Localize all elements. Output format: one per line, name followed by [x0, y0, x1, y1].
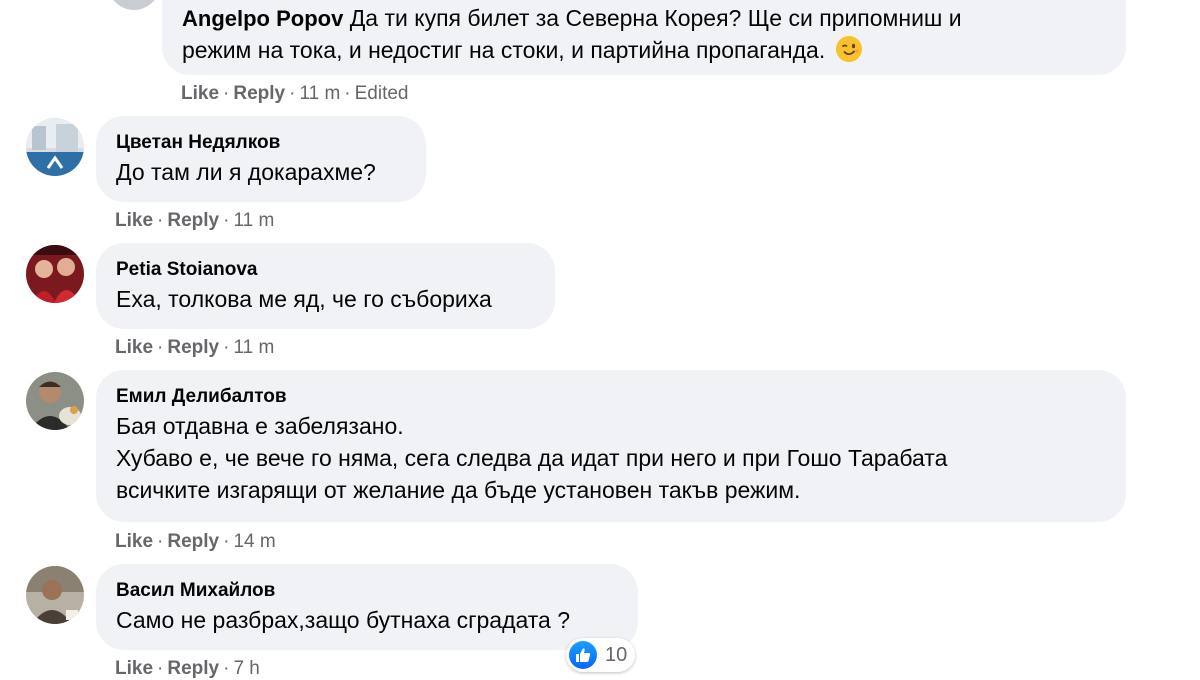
timestamp[interactable]: 14 m [233, 531, 275, 552]
comment-text: Хубаво е, че вече го няма, сега следва д… [116, 445, 948, 471]
comment-author[interactable]: Цветан Недялков [116, 130, 406, 156]
like-link[interactable]: Like [115, 210, 153, 231]
comment-author[interactable]: Васил Михайлов [116, 578, 618, 604]
comment-bubble: Емил Делибалтов Бая отдавна е забелязано… [96, 370, 1126, 522]
timestamp[interactable]: 11 m [233, 337, 274, 358]
avatar-image [26, 245, 84, 303]
avatar-image [26, 372, 84, 430]
comment-bubble: Цветан Недялков До там ли я докарахме? [96, 116, 426, 202]
timestamp[interactable]: 11 m [233, 210, 274, 231]
avatar[interactable] [26, 566, 84, 624]
timestamp[interactable]: 11 m [299, 83, 340, 104]
reply-link[interactable]: Reply [233, 83, 285, 104]
comment-author[interactable]: Емил Делибалтов [116, 384, 1106, 410]
comment-author[interactable]: Petia Stoianova [116, 257, 535, 283]
reply-link[interactable]: Reply [167, 337, 219, 358]
comment-text: Да ти купя билет за Северна Корея? Ще си… [349, 5, 962, 31]
comment-text: всичките изгарящи от желание да бъде уст… [116, 477, 801, 503]
comment-actions: Like · Reply · 11 m [115, 210, 275, 231]
comment-bubble: Васил Михайлов Само не разбрах,защо бутн… [96, 564, 638, 650]
comment-actions: Like · Reply · 14 m [115, 531, 276, 552]
comment-bubble: Petia Stoianova Еха, толкова ме яд, че г… [96, 243, 555, 329]
comment-text: Еха, толкова ме яд, че го събориха [116, 286, 492, 312]
avatar[interactable] [108, 0, 160, 10]
reaction-summary[interactable]: 10 [566, 638, 636, 672]
wink-emoji-face [836, 37, 861, 61]
edited-label: Edited [354, 83, 409, 104]
comment-actions: Like · Reply · 11 m [115, 337, 275, 358]
reply-link[interactable]: Reply [167, 531, 219, 552]
thumbs-up-icon [569, 641, 597, 669]
reaction-count: 10 [605, 643, 628, 666]
avatar[interactable] [26, 372, 84, 430]
like-link[interactable]: Like [115, 337, 153, 358]
comment-text: До там ли я докарахме? [116, 159, 376, 185]
like-link[interactable]: Like [115, 658, 153, 679]
comment-actions: Like · Reply · 11 m · Edited [181, 83, 409, 104]
timestamp[interactable]: 7 h [233, 658, 259, 679]
like-link[interactable]: Like [181, 83, 219, 104]
reply-link[interactable]: Reply [167, 210, 219, 231]
comment-text: режим на тока, и недостиг на стоки, и па… [182, 37, 826, 63]
avatar-image [26, 118, 84, 176]
like-link[interactable]: Like [115, 531, 153, 552]
avatar-image [26, 566, 84, 624]
comment-author[interactable]: Angelpo Popov [182, 6, 343, 31]
reply-link[interactable]: Reply [167, 658, 219, 679]
thumbs-up-glyph [576, 648, 591, 662]
wink-emoji [835, 36, 862, 62]
avatar[interactable] [26, 245, 84, 303]
comment-text: Само не разбрах,защо бутнаха сградата ? [116, 607, 571, 633]
avatar[interactable] [26, 118, 84, 176]
comment-text: Бая отдавна е забелязано. [116, 413, 404, 439]
comment-bubble: Angelpo Popov Да ти купя билет за Северн… [162, 0, 1126, 75]
comment-actions: Like · Reply · 7 h [115, 658, 260, 679]
